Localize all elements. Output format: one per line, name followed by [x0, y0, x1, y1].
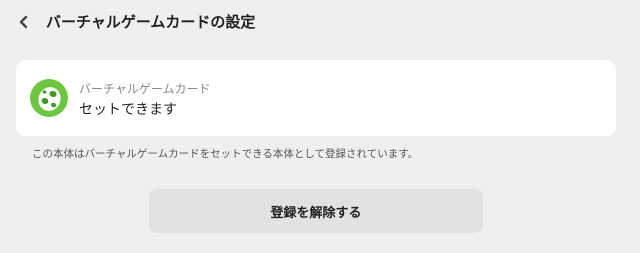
card-label: バーチャルゲームカード	[79, 82, 211, 96]
yoshi-egg-icon	[30, 79, 68, 117]
back-button[interactable]	[14, 12, 34, 32]
header: バーチャルゲームカードの設定	[0, 0, 640, 44]
virtual-game-card-status: バーチャルゲームカード セットできます	[16, 60, 616, 136]
page-title: バーチャルゲームカードの設定	[46, 13, 256, 31]
unregister-button[interactable]: 登録を解除する	[149, 189, 483, 233]
card-status-value: セットできます	[79, 102, 177, 118]
description-text: この本体はバーチャルゲームカードをセットできる本体として登録されています。	[32, 148, 419, 160]
chevron-left-icon	[19, 15, 28, 29]
